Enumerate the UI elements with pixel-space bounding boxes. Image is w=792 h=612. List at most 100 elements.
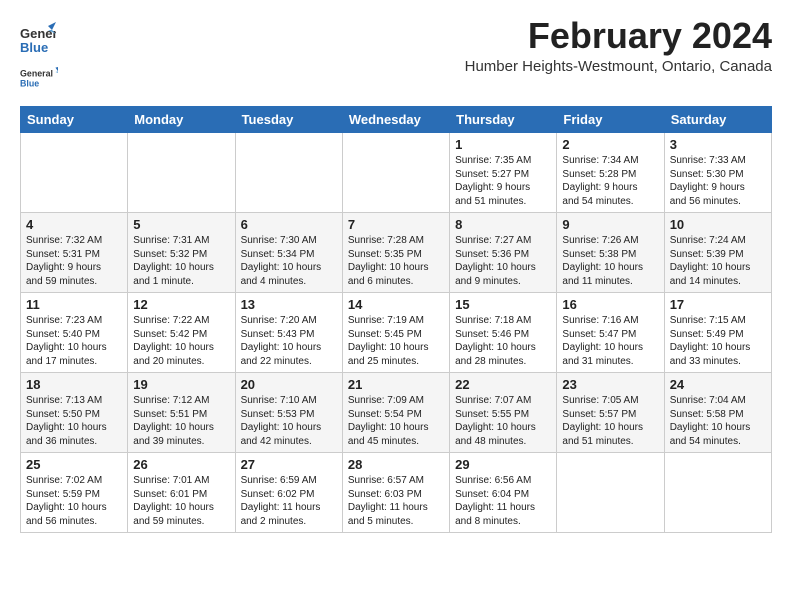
cell-day-number: 25	[26, 457, 122, 472]
svg-text:General: General	[20, 68, 53, 78]
cell-info: Sunrise: 7:24 AM Sunset: 5:39 PM Dayligh…	[670, 234, 766, 288]
cell-day-number: 1	[455, 137, 551, 152]
cell-info: Sunrise: 7:22 AM Sunset: 5:42 PM Dayligh…	[133, 314, 229, 368]
calendar-cell: 1 Sunrise: 7:35 AM Sunset: 5:27 PM Daylig…	[450, 133, 557, 213]
cell-info: Sunrise: 7:33 AM Sunset: 5:30 PM Dayligh…	[670, 154, 766, 208]
calendar-cell: 8 Sunrise: 7:27 AM Sunset: 5:36 PM Daylig…	[450, 213, 557, 293]
header: General Blue General Blue February 2024 …	[20, 16, 772, 98]
cell-info: Sunrise: 6:57 AM Sunset: 6:03 PM Dayligh…	[348, 474, 444, 528]
month-title: February 2024	[465, 16, 772, 56]
day-header-sunday: Sunday	[21, 107, 128, 133]
calendar-cell: 10 Sunrise: 7:24 AM Sunset: 5:39 PM Dayli…	[664, 213, 771, 293]
week-row-1: 1 Sunrise: 7:35 AM Sunset: 5:27 PM Daylig…	[21, 133, 772, 213]
cell-info: Sunrise: 7:13 AM Sunset: 5:50 PM Dayligh…	[26, 394, 122, 448]
cell-day-number: 11	[26, 297, 122, 312]
calendar-cell: 15 Sunrise: 7:18 AM Sunset: 5:46 PM Dayli…	[450, 293, 557, 373]
calendar-cell: 18 Sunrise: 7:13 AM Sunset: 5:50 PM Dayli…	[21, 373, 128, 453]
day-header-friday: Friday	[557, 107, 664, 133]
cell-day-number: 23	[562, 377, 658, 392]
cell-info: Sunrise: 7:19 AM Sunset: 5:45 PM Dayligh…	[348, 314, 444, 368]
calendar-cell	[664, 453, 771, 533]
logo: General Blue General Blue	[20, 20, 58, 98]
cell-info: Sunrise: 7:23 AM Sunset: 5:40 PM Dayligh…	[26, 314, 122, 368]
calendar-cell: 23 Sunrise: 7:05 AM Sunset: 5:57 PM Dayli…	[557, 373, 664, 453]
day-header-tuesday: Tuesday	[235, 107, 342, 133]
calendar-cell: 5Sunrise: 7:31 AM Sunset: 5:32 PM Daylig…	[128, 213, 235, 293]
cell-day-number: 24	[670, 377, 766, 392]
cell-info: Sunrise: 7:35 AM Sunset: 5:27 PM Dayligh…	[455, 154, 551, 208]
logo-bird-icon: General Blue	[20, 60, 58, 98]
week-row-2: 4Sunrise: 7:32 AM Sunset: 5:31 PM Daylig…	[21, 213, 772, 293]
cell-info: Sunrise: 7:02 AM Sunset: 5:59 PM Dayligh…	[26, 474, 122, 528]
calendar-cell: 28 Sunrise: 6:57 AM Sunset: 6:03 PM Dayli…	[342, 453, 449, 533]
location-title: Humber Heights-Westmount, Ontario, Canad…	[465, 58, 772, 75]
cell-info: Sunrise: 6:59 AM Sunset: 6:02 PM Dayligh…	[241, 474, 337, 528]
cell-info: Sunrise: 7:28 AM Sunset: 5:35 PM Dayligh…	[348, 234, 444, 288]
cell-day-number: 9	[562, 217, 658, 232]
cell-day-number: 5	[133, 217, 229, 232]
calendar-cell	[128, 133, 235, 213]
cell-day-number: 22	[455, 377, 551, 392]
cell-day-number: 4	[26, 217, 122, 232]
cell-day-number: 20	[241, 377, 337, 392]
cell-day-number: 7	[348, 217, 444, 232]
cell-info: Sunrise: 7:09 AM Sunset: 5:54 PM Dayligh…	[348, 394, 444, 448]
svg-text:Blue: Blue	[20, 40, 48, 55]
cell-day-number: 18	[26, 377, 122, 392]
cell-day-number: 8	[455, 217, 551, 232]
calendar-cell: 4Sunrise: 7:32 AM Sunset: 5:31 PM Daylig…	[21, 213, 128, 293]
calendar-cell	[235, 133, 342, 213]
header-row: SundayMondayTuesdayWednesdayThursdayFrid…	[21, 107, 772, 133]
cell-day-number: 19	[133, 377, 229, 392]
cell-info: Sunrise: 7:26 AM Sunset: 5:38 PM Dayligh…	[562, 234, 658, 288]
calendar-cell: 22 Sunrise: 7:07 AM Sunset: 5:55 PM Dayli…	[450, 373, 557, 453]
cell-info: Sunrise: 7:20 AM Sunset: 5:43 PM Dayligh…	[241, 314, 337, 368]
cell-day-number: 27	[241, 457, 337, 472]
logo-icon: General Blue	[20, 20, 56, 56]
cell-day-number: 3	[670, 137, 766, 152]
cell-day-number: 21	[348, 377, 444, 392]
calendar-cell: 19 Sunrise: 7:12 AM Sunset: 5:51 PM Dayli…	[128, 373, 235, 453]
day-header-monday: Monday	[128, 107, 235, 133]
calendar-cell	[342, 133, 449, 213]
calendar-cell: 27 Sunrise: 6:59 AM Sunset: 6:02 PM Dayli…	[235, 453, 342, 533]
cell-info: Sunrise: 7:01 AM Sunset: 6:01 PM Dayligh…	[133, 474, 229, 528]
calendar-cell: 9 Sunrise: 7:26 AM Sunset: 5:38 PM Daylig…	[557, 213, 664, 293]
week-row-3: 11 Sunrise: 7:23 AM Sunset: 5:40 PM Dayli…	[21, 293, 772, 373]
calendar-cell: 21 Sunrise: 7:09 AM Sunset: 5:54 PM Dayli…	[342, 373, 449, 453]
calendar-cell: 3 Sunrise: 7:33 AM Sunset: 5:30 PM Daylig…	[664, 133, 771, 213]
cell-info: Sunrise: 7:04 AM Sunset: 5:58 PM Dayligh…	[670, 394, 766, 448]
calendar-cell: 11 Sunrise: 7:23 AM Sunset: 5:40 PM Dayli…	[21, 293, 128, 373]
day-header-saturday: Saturday	[664, 107, 771, 133]
calendar-cell	[21, 133, 128, 213]
cell-info: Sunrise: 7:34 AM Sunset: 5:28 PM Dayligh…	[562, 154, 658, 208]
cell-day-number: 13	[241, 297, 337, 312]
cell-info: Sunrise: 7:18 AM Sunset: 5:46 PM Dayligh…	[455, 314, 551, 368]
calendar-cell: 26 Sunrise: 7:01 AM Sunset: 6:01 PM Dayli…	[128, 453, 235, 533]
svg-text:Blue: Blue	[20, 79, 39, 89]
day-header-wednesday: Wednesday	[342, 107, 449, 133]
calendar-cell	[557, 453, 664, 533]
cell-day-number: 10	[670, 217, 766, 232]
cell-info: Sunrise: 7:12 AM Sunset: 5:51 PM Dayligh…	[133, 394, 229, 448]
calendar-cell: 6Sunrise: 7:30 AM Sunset: 5:34 PM Daylig…	[235, 213, 342, 293]
cell-day-number: 12	[133, 297, 229, 312]
cell-info: Sunrise: 7:27 AM Sunset: 5:36 PM Dayligh…	[455, 234, 551, 288]
cell-day-number: 28	[348, 457, 444, 472]
calendar-cell: 16Sunrise: 7:16 AM Sunset: 5:47 PM Dayli…	[557, 293, 664, 373]
cell-day-number: 17	[670, 297, 766, 312]
calendar-cell: 24 Sunrise: 7:04 AM Sunset: 5:58 PM Dayli…	[664, 373, 771, 453]
cell-day-number: 29	[455, 457, 551, 472]
calendar-cell: 14Sunrise: 7:19 AM Sunset: 5:45 PM Dayli…	[342, 293, 449, 373]
calendar-cell: 7 Sunrise: 7:28 AM Sunset: 5:35 PM Daylig…	[342, 213, 449, 293]
calendar-cell: 20Sunrise: 7:10 AM Sunset: 5:53 PM Dayli…	[235, 373, 342, 453]
cell-day-number: 2	[562, 137, 658, 152]
calendar-cell: 25 Sunrise: 7:02 AM Sunset: 5:59 PM Dayli…	[21, 453, 128, 533]
week-row-4: 18 Sunrise: 7:13 AM Sunset: 5:50 PM Dayli…	[21, 373, 772, 453]
calendar-table: SundayMondayTuesdayWednesdayThursdayFrid…	[20, 106, 772, 533]
calendar-cell: 29Sunrise: 6:56 AM Sunset: 6:04 PM Dayli…	[450, 453, 557, 533]
cell-day-number: 26	[133, 457, 229, 472]
cell-info: Sunrise: 7:05 AM Sunset: 5:57 PM Dayligh…	[562, 394, 658, 448]
cell-day-number: 15	[455, 297, 551, 312]
cell-info: Sunrise: 7:07 AM Sunset: 5:55 PM Dayligh…	[455, 394, 551, 448]
